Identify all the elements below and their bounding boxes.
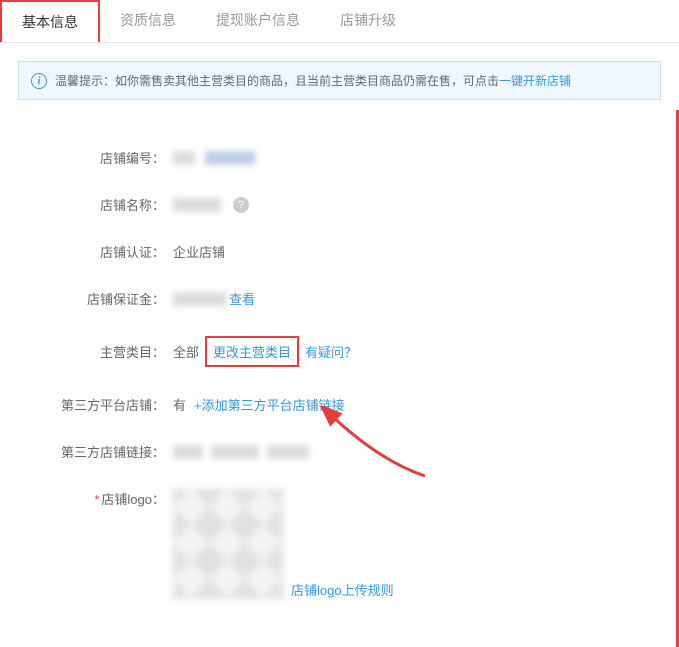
tip-prefix: 温馨提示： — [55, 74, 115, 88]
logo-upload-rules-link[interactable]: 店铺logo上传规则 — [291, 580, 394, 599]
value-shop-name: ? — [173, 197, 249, 213]
tab-basic-info[interactable]: 基本信息 — [0, 0, 100, 42]
value-third-link — [173, 445, 309, 459]
tab-bar: 基本信息 资质信息 提现账户信息 店铺升级 — [0, 0, 679, 43]
value-deposit — [173, 292, 227, 306]
label-shop-name: 店铺名称： — [18, 195, 173, 214]
label-category: 主营类目： — [18, 342, 173, 361]
form-content: 店铺编号： 店铺名称： ? 店铺认证： 企业店铺 店铺保证金： 查看 主营类目：… — [0, 110, 679, 647]
required-mark: * — [94, 492, 99, 507]
row-shop-id: 店铺编号： — [18, 148, 658, 167]
value-category: 全部 — [173, 342, 199, 361]
label-logo: *店铺logo： — [18, 489, 173, 508]
row-shop-cert: 店铺认证： 企业店铺 — [18, 242, 658, 261]
category-help-link[interactable]: 有疑问？ — [305, 342, 357, 361]
tip-text: 如你需售卖其他主营类目的商品，且当前主营类目商品仍需在售，可点击 — [115, 74, 499, 88]
info-icon: i — [31, 73, 47, 89]
help-icon[interactable]: ? — [233, 197, 249, 213]
tab-withdraw-account[interactable]: 提现账户信息 — [196, 0, 320, 42]
row-category: 主营类目： 全部 更改主营类目 有疑问？ — [18, 336, 658, 367]
tip-banner: i 温馨提示：如你需售卖其他主营类目的商品，且当前主营类目商品仍需在售，可点击一… — [18, 61, 661, 100]
row-logo: *店铺logo： 店铺logo上传规则 — [18, 489, 658, 599]
row-deposit: 店铺保证金： 查看 — [18, 289, 658, 308]
label-third-platform: 第三方平台店铺： — [18, 395, 173, 414]
logo-image-placeholder[interactable] — [173, 489, 283, 599]
open-new-shop-link[interactable]: 一键开新店铺 — [499, 74, 571, 88]
label-shop-cert: 店铺认证： — [18, 242, 173, 261]
tab-qualification[interactable]: 资质信息 — [100, 0, 196, 42]
value-shop-id — [173, 151, 255, 165]
label-shop-id: 店铺编号： — [18, 148, 173, 167]
value-third-platform: 有 — [173, 395, 186, 414]
annotation-arrow — [320, 406, 440, 486]
deposit-view-link[interactable]: 查看 — [229, 289, 255, 308]
label-third-link: 第三方店铺链接： — [18, 442, 173, 461]
tab-shop-upgrade[interactable]: 店铺升级 — [320, 0, 416, 42]
label-deposit: 店铺保证金： — [18, 289, 173, 308]
row-shop-name: 店铺名称： ? — [18, 195, 658, 214]
change-category-link[interactable]: 更改主营类目 — [205, 336, 299, 367]
value-shop-cert: 企业店铺 — [173, 242, 225, 261]
